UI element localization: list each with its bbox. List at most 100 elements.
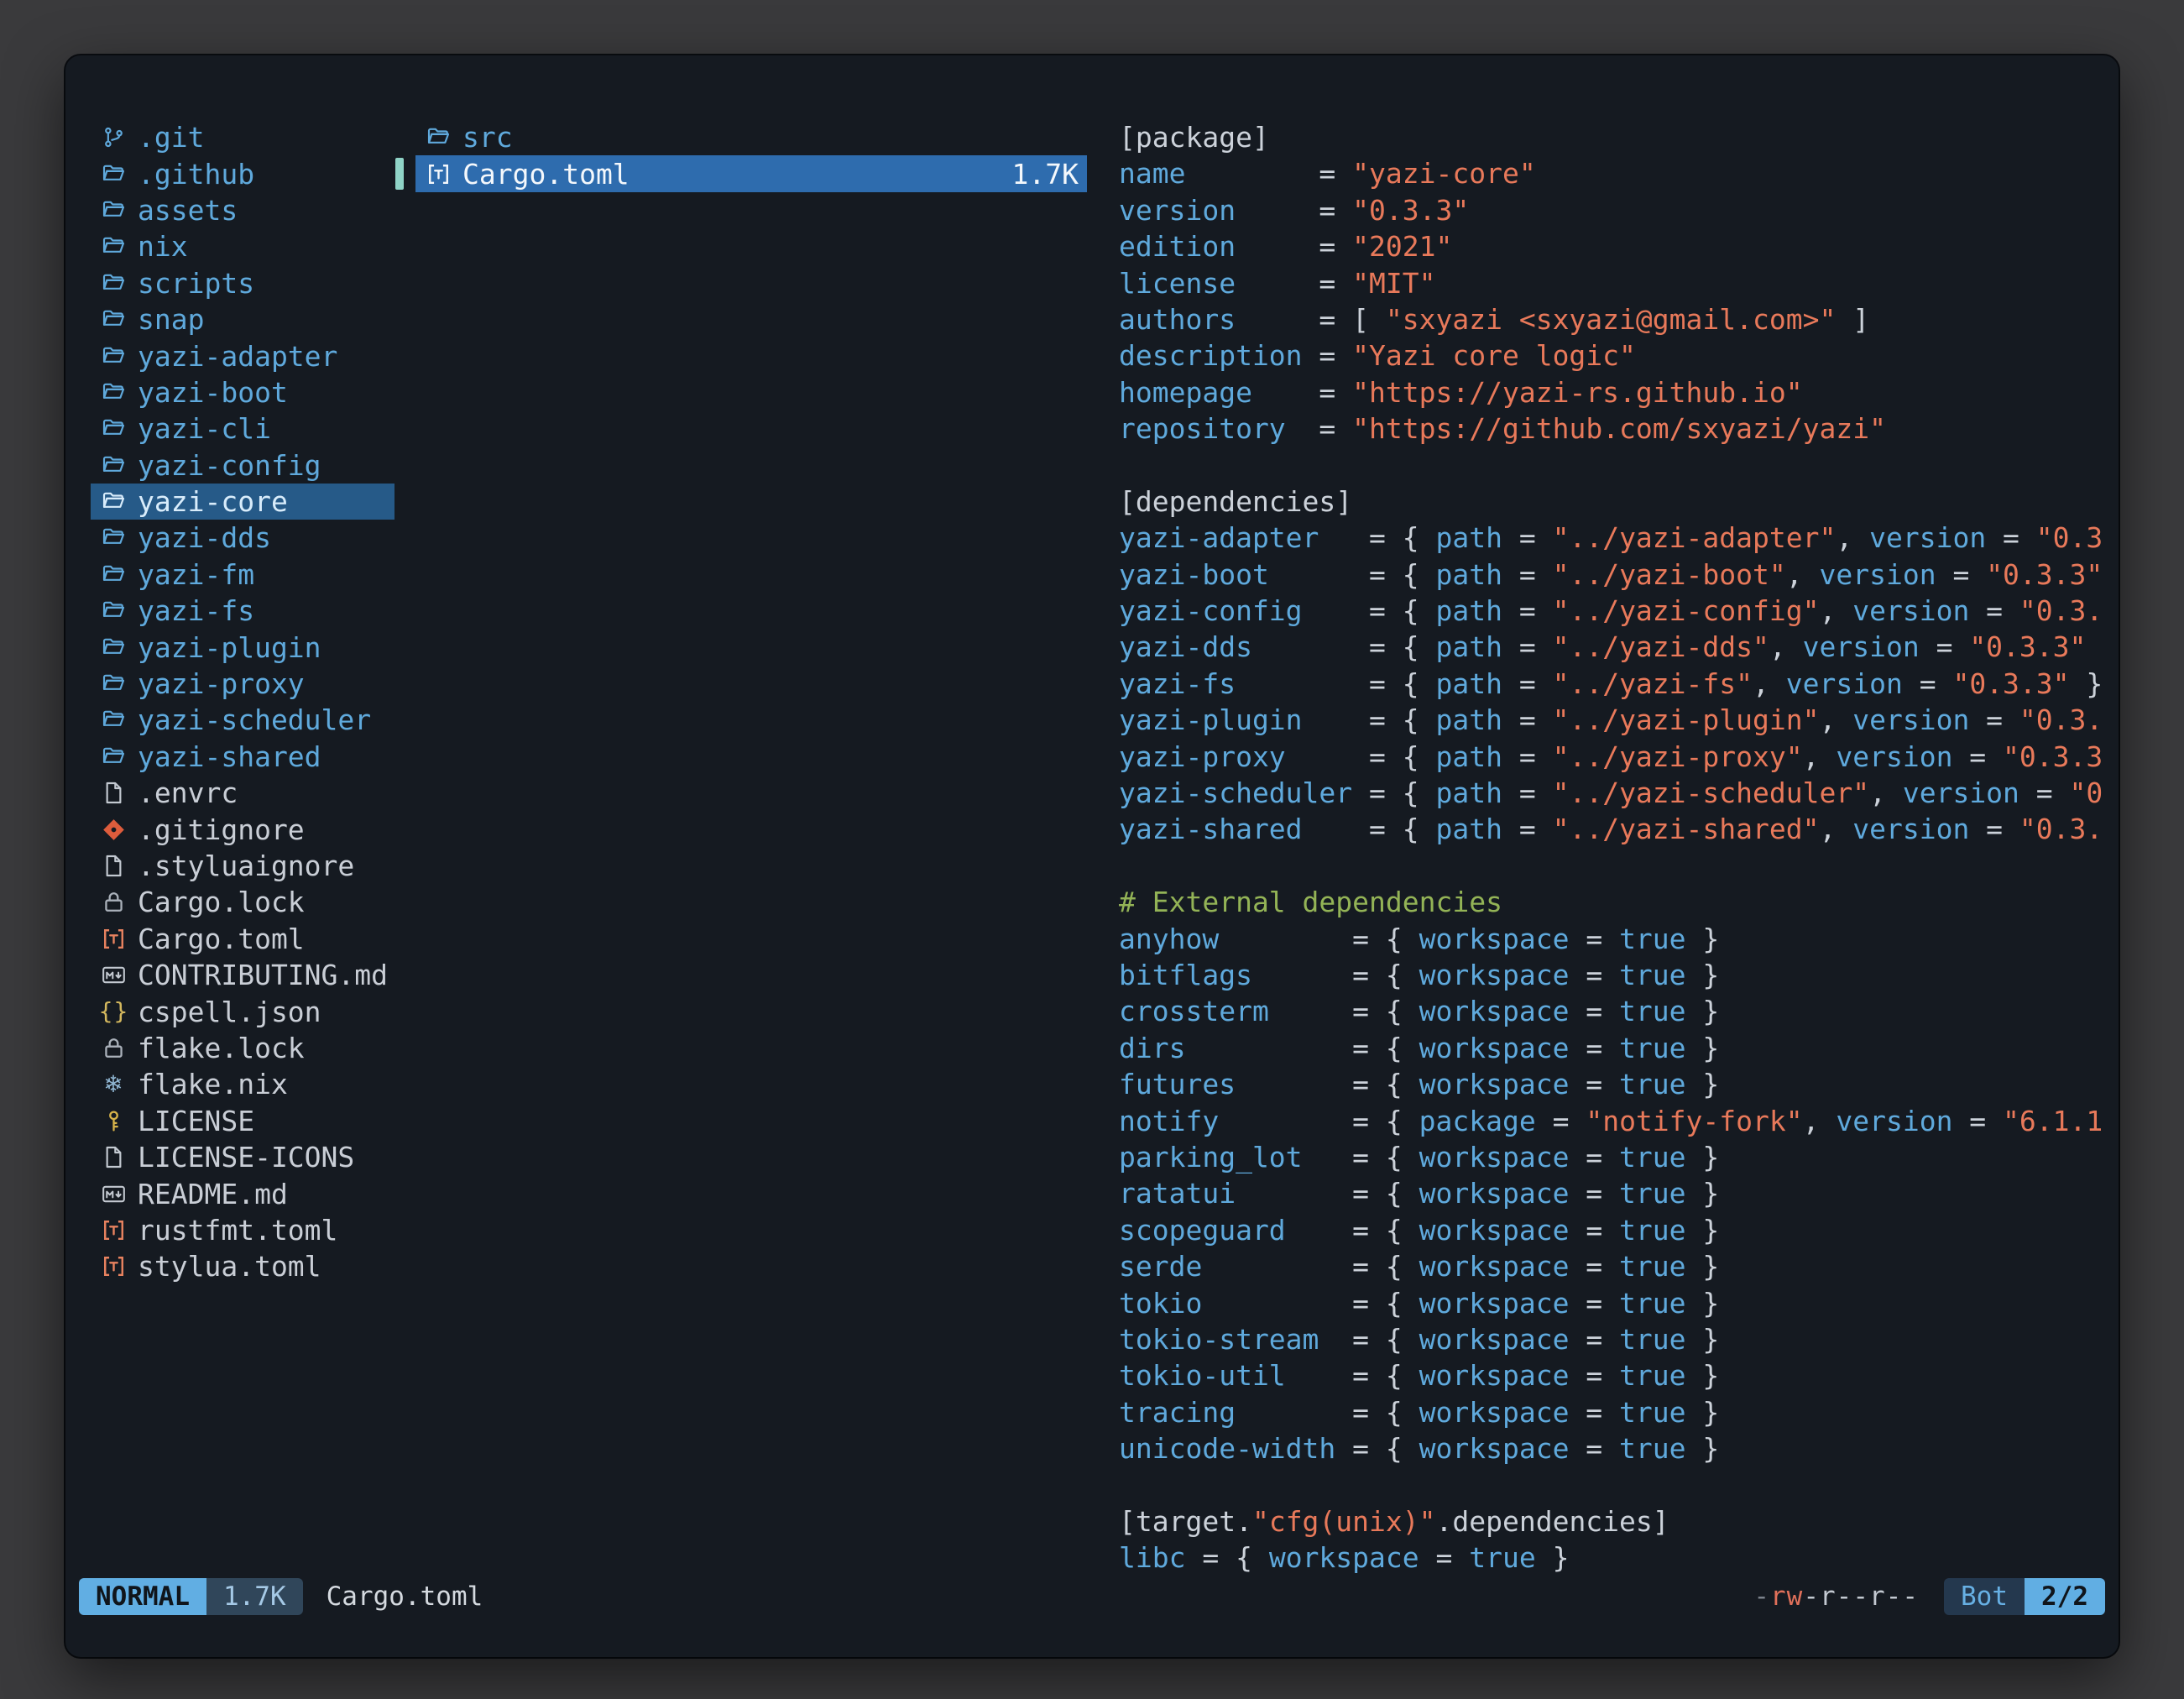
terminal-window: .git.githubassetsnixscriptssnapyazi-adap… [65, 55, 2119, 1657]
file-name: yazi-boot [138, 376, 288, 409]
file-row-rustfmt-toml[interactable]: rustfmt.toml [91, 1212, 394, 1248]
file-row-src[interactable]: src [415, 119, 1087, 155]
folder-icon [97, 307, 129, 332]
file-row--styluaignore[interactable]: .styluaignore [91, 848, 394, 884]
preview-line: unicode-width = { workspace = true } [1119, 1430, 2108, 1466]
file-row-flake-nix[interactable]: ❄flake.nix [91, 1066, 394, 1102]
license-key-icon [97, 1109, 129, 1133]
file-row-readme-md[interactable]: README.md [91, 1175, 394, 1211]
preview-line: yazi-proxy = { path = "../yazi-proxy", v… [1119, 739, 2108, 775]
preview-line [1119, 447, 2108, 484]
file-row-license-icons[interactable]: LICENSE-ICONS [91, 1139, 394, 1175]
preview-line: crossterm = { workspace = true } [1119, 993, 2108, 1029]
preview-line: parking_lot = { workspace = true } [1119, 1139, 2108, 1175]
file-row--envrc[interactable]: .envrc [91, 775, 394, 811]
preview-line [1119, 1466, 2108, 1503]
desktop-background: { "colors": { "terminal_background": "#1… [0, 0, 2184, 1699]
file-row-yazi-boot[interactable]: yazi-boot [91, 374, 394, 410]
file-row-yazi-core[interactable]: yazi-core [91, 484, 394, 520]
file-name: yazi-shared [138, 740, 321, 773]
file-name: cspell.json [138, 996, 321, 1028]
preview-line: edition = "2021" [1119, 228, 2108, 264]
preview-pane: [package]name = "yazi-core"version = "0.… [1119, 119, 2108, 1580]
toml-icon [97, 927, 129, 951]
file-name: LICENSE [138, 1105, 254, 1137]
file-row-yazi-cli[interactable]: yazi-cli [91, 410, 394, 447]
folder-icon [97, 635, 129, 660]
file-name: flake.lock [138, 1032, 305, 1064]
file-row-yazi-config[interactable]: yazi-config [91, 447, 394, 484]
mode-badge: NORMAL [79, 1578, 206, 1615]
preview-line: version = "0.3.3" [1119, 192, 2108, 228]
file-name: .envrc [138, 776, 238, 809]
file-row-flake-lock[interactable]: flake.lock [91, 1030, 394, 1066]
preview-line: ratatui = { workspace = true } [1119, 1175, 2108, 1211]
file-icon [97, 854, 129, 878]
file-name: .github [138, 158, 254, 191]
scroll-position-badge: Bot [1944, 1578, 2025, 1615]
file-row-snap[interactable]: snap [91, 301, 394, 337]
file-row--git[interactable]: .git [91, 119, 394, 155]
folder-icon [97, 562, 129, 587]
file-row-cargo-toml[interactable]: Cargo.toml1.7K [415, 155, 1087, 191]
file-name: CONTRIBUTING.md [138, 959, 388, 991]
file-name: .gitignore [138, 813, 305, 846]
file-row--github[interactable]: .github [91, 155, 394, 191]
file-row-cargo-toml[interactable]: Cargo.toml [91, 921, 394, 957]
lock-icon [97, 890, 129, 914]
file-row-yazi-adapter[interactable]: yazi-adapter [91, 337, 394, 374]
preview-line: repository = "https://github.com/sxyazi/… [1119, 410, 2108, 447]
file-permissions: -rw-r--r-- [1753, 1581, 1919, 1612]
file-row-license[interactable]: LICENSE [91, 1103, 394, 1139]
file-row-contributing-md[interactable]: CONTRIBUTING.md [91, 957, 394, 993]
file-row-yazi-proxy[interactable]: yazi-proxy [91, 666, 394, 702]
folder-icon [97, 672, 129, 696]
preview-line: name = "yazi-core" [1119, 155, 2108, 191]
file-name: README.md [138, 1178, 288, 1210]
file-name: .git [138, 121, 204, 154]
hovered-file-marker [395, 158, 404, 189]
toml-icon [97, 1218, 129, 1242]
preview-line: tokio = { workspace = true } [1119, 1285, 2108, 1321]
preview-line: yazi-adapter = { path = "../yazi-adapter… [1119, 520, 2108, 556]
file-row-yazi-scheduler[interactable]: yazi-scheduler [91, 702, 394, 738]
folder-icon [97, 416, 129, 441]
status-bar: NORMAL 1.7K Cargo.toml -rw-r--r-- Bot 2/… [79, 1578, 2105, 1615]
file-name: nix [138, 230, 188, 263]
file-icon [97, 781, 129, 805]
file-row-scripts[interactable]: scripts [91, 265, 394, 301]
folder-icon [97, 344, 129, 369]
file-row-cargo-lock[interactable]: Cargo.lock [91, 884, 394, 920]
parent-directory-pane: .git .githubassetsnixscriptssnapyazi-adap… [91, 119, 394, 1285]
file-name: LICENSE-ICONS [138, 1141, 354, 1174]
current-directory-pane: srcCargo.toml1.7K [415, 119, 1087, 192]
file-row-assets[interactable]: assets [91, 192, 394, 228]
file-row--gitignore[interactable]: .gitignore [91, 811, 394, 847]
file-row-yazi-plugin[interactable]: yazi-plugin [91, 629, 394, 665]
file-row-yazi-fs[interactable]: yazi-fs [91, 593, 394, 629]
file-row-yazi-dds[interactable]: yazi-dds [91, 520, 394, 556]
folder-icon [97, 525, 129, 550]
folder-icon [422, 125, 454, 149]
preview-line: libc = { workspace = true } [1119, 1540, 2108, 1576]
file-name: yazi-core [138, 485, 288, 518]
file-row-cspell-json[interactable]: {}cspell.json [91, 993, 394, 1029]
file-name: stylua.toml [138, 1250, 321, 1283]
preview-line [1119, 848, 2108, 884]
preview-line: tracing = { workspace = true } [1119, 1394, 2108, 1430]
file-row-yazi-shared[interactable]: yazi-shared [91, 739, 394, 775]
preview-line: description = "Yazi core logic" [1119, 337, 2108, 374]
file-row-stylua-toml[interactable]: stylua.toml [91, 1248, 394, 1284]
file-size-badge: 1.7K [206, 1578, 303, 1615]
folder-icon [97, 708, 129, 732]
file-row-nix[interactable]: nix [91, 228, 394, 264]
git-branch-icon [97, 125, 129, 149]
preview-line: yazi-config = { path = "../yazi-config",… [1119, 593, 2108, 629]
markdown-icon [97, 963, 129, 987]
file-name: yazi-adapter [138, 340, 337, 373]
preview-line: serde = { workspace = true } [1119, 1248, 2108, 1284]
folder-icon [97, 234, 129, 259]
cursor-counter-badge: 2/2 [2025, 1578, 2105, 1615]
file-row-yazi-fm[interactable]: yazi-fm [91, 557, 394, 593]
preview-line: anyhow = { workspace = true } [1119, 921, 2108, 957]
